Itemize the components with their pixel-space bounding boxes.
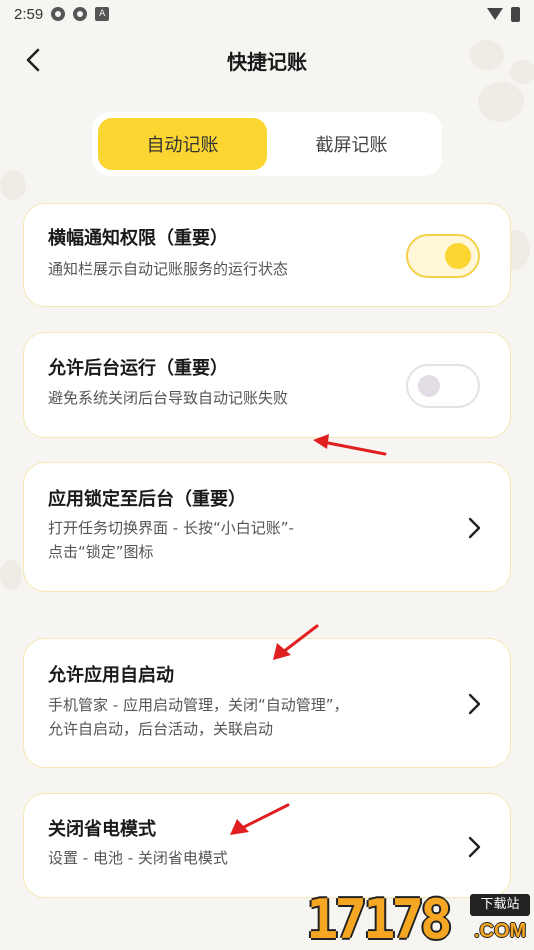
battery-icon: [511, 6, 520, 22]
chevron-right-icon: [468, 693, 481, 715]
a-badge-icon: A: [95, 7, 110, 21]
card-title: 允许应用自启动: [48, 665, 174, 686]
card-desc-line-2: 允许自启动，后台活动，关联启动: [48, 720, 274, 738]
chevron-right-icon: [468, 517, 481, 539]
header: 快捷记账: [0, 38, 534, 82]
chevron-right-icon: [468, 836, 481, 858]
tab-screenshot-accounting[interactable]: 截屏记账: [267, 118, 436, 170]
card-desc-line-1: 手机管家 - 应用启动管理，关闭“自动管理”，: [48, 696, 349, 714]
background-run-toggle[interactable]: [406, 364, 480, 408]
card-title: 关闭省电模式: [48, 819, 156, 840]
toggle-knob: [445, 243, 471, 269]
card-desc-line-2: 点击“锁定”图标: [48, 543, 154, 561]
watermark-logo: 17178 下载站 .COM: [306, 890, 534, 950]
card-title: 应用锁定至后台（重要）: [48, 489, 246, 510]
card-background-run: 允许后台运行（重要） 避免系统关闭后台导致自动记账失败: [23, 332, 511, 438]
wifi-icon: [487, 8, 503, 20]
settings-status-icon-2: [73, 7, 88, 21]
status-time: 2:59: [14, 5, 44, 23]
card-desc: 避免系统关闭后台导致自动记账失败: [48, 389, 289, 407]
watermark-domain: .COM: [474, 920, 527, 942]
toggle-knob: [418, 375, 440, 397]
card-desc: 通知栏展示自动记账服务的运行状态: [48, 260, 289, 278]
annotation-arrow-1: [313, 434, 387, 456]
card-lock-app[interactable]: 应用锁定至后台（重要） 打开任务切换界面 - 长按“小白记账”- 点击“锁定”图…: [23, 462, 511, 592]
status-bar: 2:59 A: [0, 0, 534, 28]
annotation-arrow-3: [230, 803, 290, 835]
watermark-number: 17178: [306, 888, 453, 950]
annotation-arrow-2: [273, 624, 319, 660]
card-desc-line-1: 打开任务切换界面 - 长按“小白记账”-: [48, 519, 294, 537]
banner-notification-toggle[interactable]: [406, 234, 480, 278]
card-title: 横幅通知权限（重要）: [48, 228, 228, 249]
watermark-tag: 下载站: [470, 894, 530, 916]
card-banner-notification: 横幅通知权限（重要） 通知栏展示自动记账服务的运行状态: [23, 203, 511, 307]
page-title: 快捷记账: [227, 50, 307, 74]
card-title: 允许后台运行（重要）: [48, 358, 228, 379]
mode-tabs: 自动记账 截屏记账: [92, 112, 442, 176]
settings-status-icon: [51, 7, 66, 21]
card-desc: 设置 - 电池 - 关闭省电模式: [48, 849, 228, 867]
tab-auto-accounting[interactable]: 自动记账: [98, 118, 267, 170]
